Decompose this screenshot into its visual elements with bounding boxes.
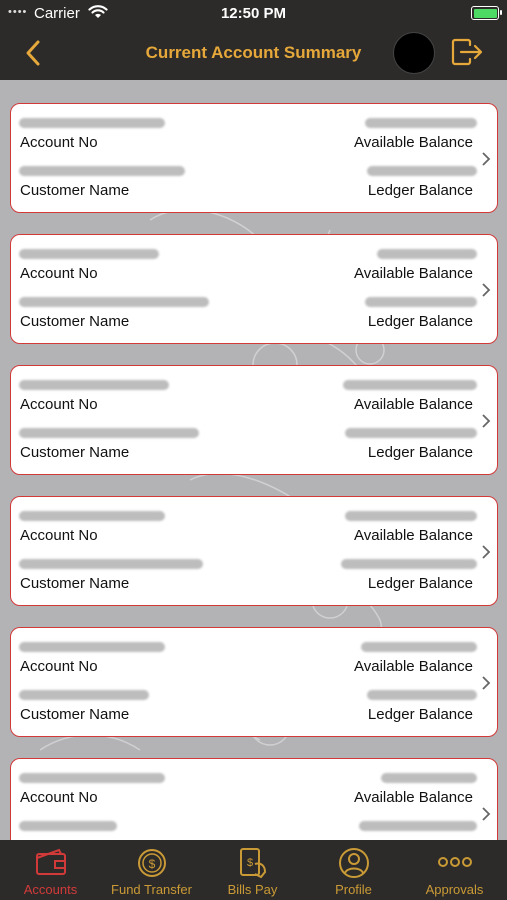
account-number-masked bbox=[19, 118, 165, 128]
ledger-balance-masked bbox=[367, 690, 477, 700]
available-balance-label: Available Balance bbox=[354, 396, 473, 413]
status-bar: •••• Carrier 12:50 PM bbox=[0, 0, 507, 30]
chevron-right-icon bbox=[482, 152, 491, 166]
ledger-balance-label: Ledger Balance bbox=[367, 182, 473, 199]
chevron-right-icon bbox=[482, 545, 491, 559]
tab-label: Bills Pay bbox=[227, 882, 278, 897]
tab-label: Profile bbox=[335, 882, 372, 897]
profile-icon bbox=[339, 848, 369, 878]
bills-pay-icon: $ bbox=[240, 848, 267, 879]
tab-label: Fund Transfer bbox=[111, 882, 192, 897]
customer-name-masked bbox=[19, 559, 203, 569]
account-card[interactable]: Account No Available Balance Customer Na… bbox=[10, 496, 498, 606]
fund-transfer-icon: $ bbox=[138, 849, 166, 877]
account-card[interactable]: Account No Available Balance Customer Na… bbox=[10, 627, 498, 737]
clock: 12:50 PM bbox=[220, 5, 287, 22]
available-balance-masked bbox=[365, 118, 477, 128]
available-balance-label: Available Balance bbox=[354, 265, 473, 282]
tab-profile[interactable]: Profile bbox=[303, 840, 404, 900]
account-no-label: Account No bbox=[20, 134, 98, 151]
customer-name-label: Customer Name bbox=[20, 575, 130, 592]
tab-accounts[interactable]: Accounts bbox=[0, 840, 101, 900]
avatar[interactable] bbox=[393, 32, 435, 74]
available-balance-label: Available Balance bbox=[354, 789, 473, 806]
account-card[interactable]: Account No Available Balance Customer Na… bbox=[10, 234, 498, 344]
battery-icon bbox=[471, 6, 502, 20]
customer-name-label: Customer Name bbox=[20, 182, 130, 199]
available-balance-masked bbox=[377, 249, 477, 259]
chevron-right-icon bbox=[482, 414, 491, 428]
logout-icon[interactable] bbox=[450, 38, 484, 66]
wallet-icon bbox=[36, 848, 66, 875]
account-number-masked bbox=[19, 249, 159, 259]
tab-fund-transfer[interactable]: $ Fund Transfer bbox=[101, 840, 202, 900]
tab-label: Accounts bbox=[23, 882, 78, 897]
ledger-balance-masked bbox=[367, 166, 477, 176]
svg-text:$: $ bbox=[247, 857, 253, 869]
tab-bar: Accounts $ Fund Transfer $ Bills Pay Pro… bbox=[0, 840, 507, 900]
customer-name-masked bbox=[19, 821, 117, 831]
account-number-masked bbox=[19, 380, 169, 390]
tab-approvals[interactable]: Approvals bbox=[404, 840, 505, 900]
account-card[interactable]: Account No Available Balance Customer Na… bbox=[10, 103, 498, 213]
ledger-balance-label: Ledger Balance bbox=[367, 313, 473, 330]
available-balance-label: Available Balance bbox=[354, 658, 473, 675]
nav-bar: Current Account Summary bbox=[0, 30, 507, 80]
tab-bills-pay[interactable]: $ Bills Pay bbox=[202, 840, 303, 900]
ledger-balance-label: Ledger Balance bbox=[367, 444, 473, 461]
available-balance-label: Available Balance bbox=[354, 134, 473, 151]
chevron-right-icon bbox=[482, 676, 491, 690]
account-no-label: Account No bbox=[20, 396, 98, 413]
customer-name-masked bbox=[19, 166, 185, 176]
chevron-right-icon bbox=[482, 807, 491, 821]
customer-name-label: Customer Name bbox=[20, 313, 130, 330]
tab-label: Approvals bbox=[425, 882, 484, 897]
account-no-label: Account No bbox=[20, 789, 98, 806]
customer-name-label: Customer Name bbox=[20, 444, 130, 461]
customer-name-masked bbox=[19, 690, 149, 700]
customer-name-masked bbox=[19, 428, 199, 438]
account-number-masked bbox=[19, 642, 165, 652]
account-card[interactable]: Account No Available Balance Customer Na… bbox=[10, 365, 498, 475]
ledger-balance-label: Ledger Balance bbox=[367, 575, 473, 592]
ledger-balance-masked bbox=[345, 428, 477, 438]
svg-text:$: $ bbox=[149, 857, 156, 871]
available-balance-masked bbox=[343, 380, 477, 390]
ledger-balance-masked bbox=[359, 821, 477, 831]
customer-name-label: Customer Name bbox=[20, 706, 130, 723]
account-list[interactable]: Account No Available Balance Customer Na… bbox=[0, 80, 507, 840]
ledger-balance-masked bbox=[341, 559, 477, 569]
account-number-masked bbox=[19, 511, 165, 521]
account-no-label: Account No bbox=[20, 265, 98, 282]
account-number-masked bbox=[19, 773, 165, 783]
more-icon bbox=[438, 857, 472, 867]
available-balance-masked bbox=[345, 511, 477, 521]
ledger-balance-masked bbox=[365, 297, 477, 307]
available-balance-masked bbox=[361, 642, 477, 652]
customer-name-masked bbox=[19, 297, 209, 307]
chevron-right-icon bbox=[482, 283, 491, 297]
account-card[interactable]: Account No Available Balance bbox=[10, 758, 498, 840]
account-no-label: Account No bbox=[20, 527, 98, 544]
available-balance-label: Available Balance bbox=[354, 527, 473, 544]
available-balance-masked bbox=[381, 773, 477, 783]
ledger-balance-label: Ledger Balance bbox=[367, 706, 473, 723]
account-no-label: Account No bbox=[20, 658, 98, 675]
